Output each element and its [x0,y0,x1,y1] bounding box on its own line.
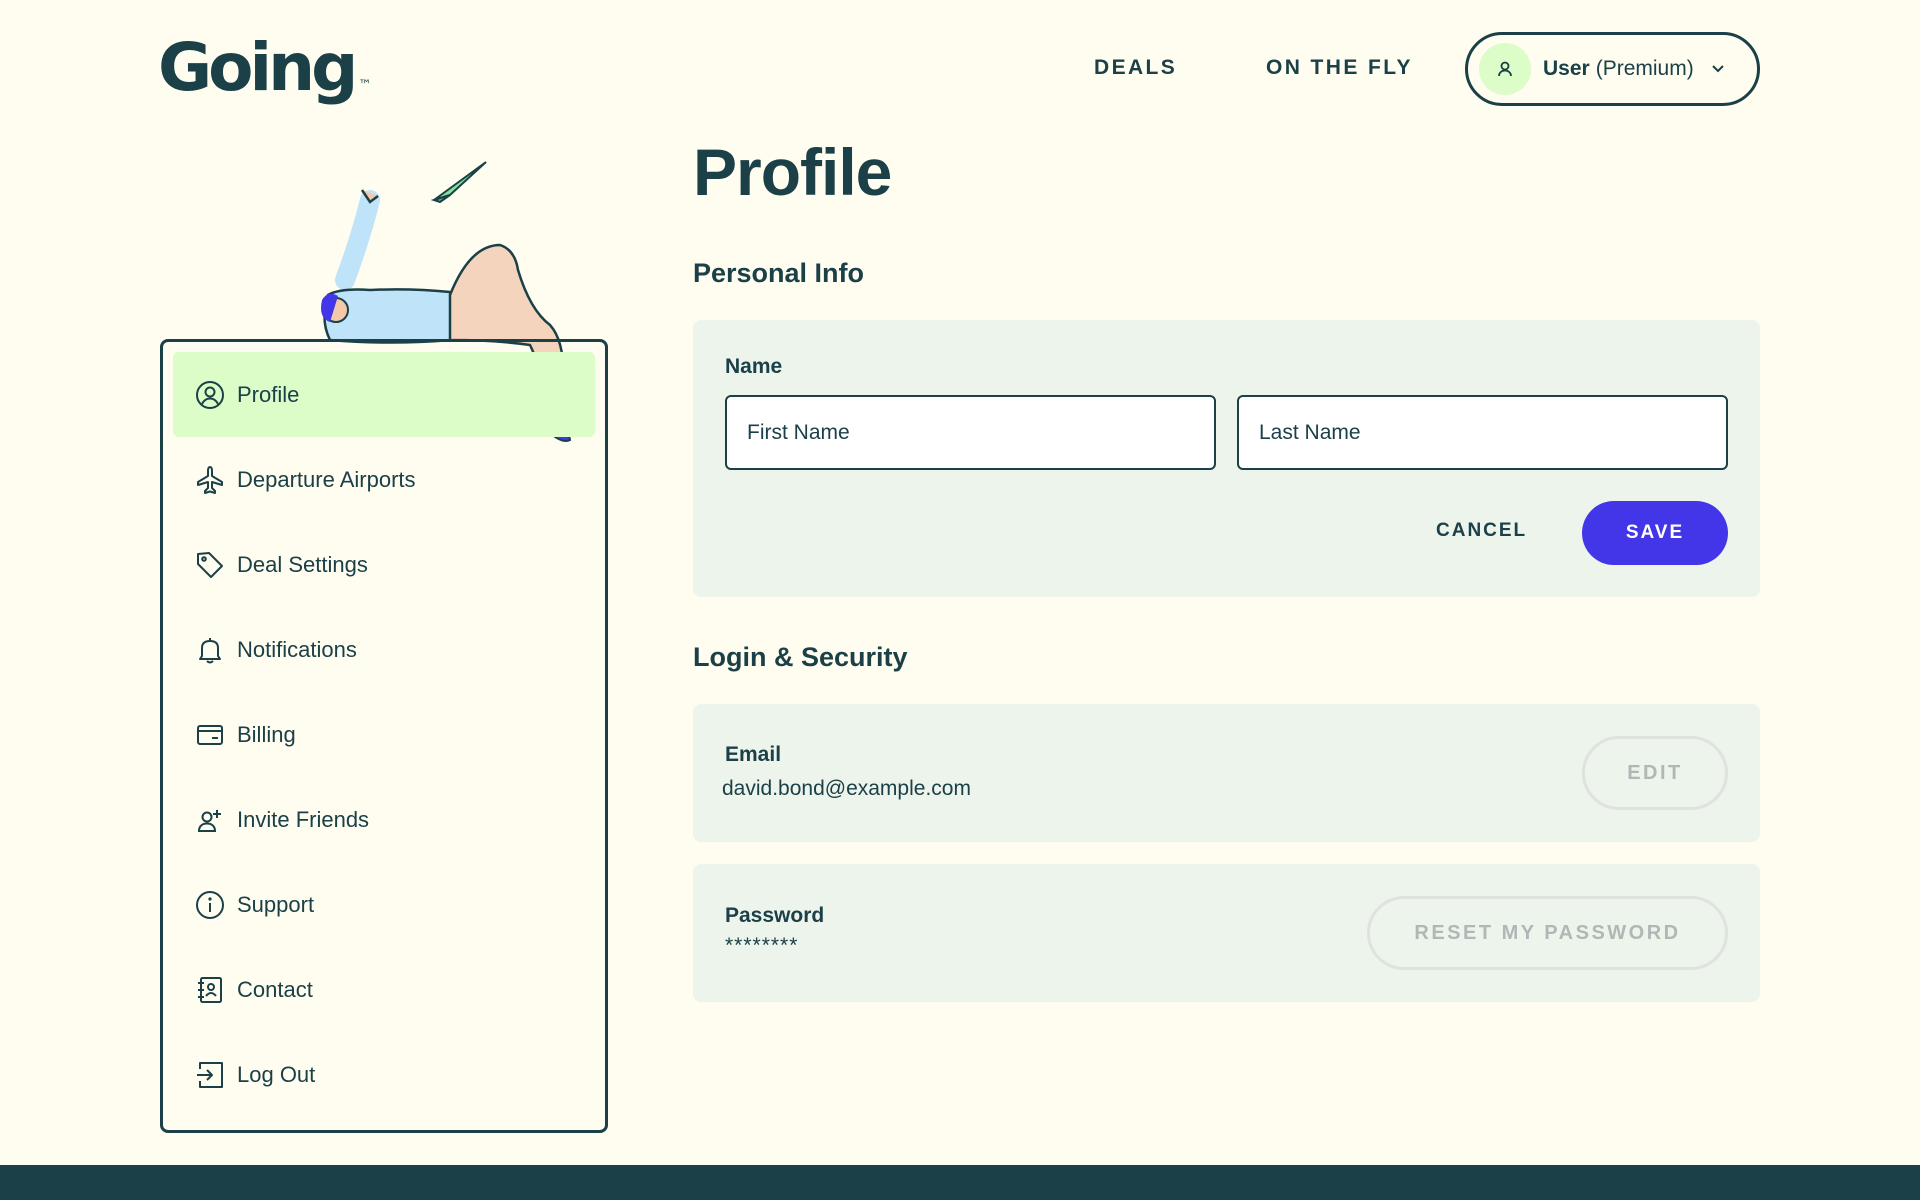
last-name-input[interactable] [1237,395,1728,470]
user-circle-icon [195,380,225,410]
name-label: Name [725,355,783,378]
nav-deals-link[interactable]: DEALS [1094,56,1177,80]
sidebar-item-notifications[interactable]: Notifications [173,607,595,692]
sidebar-item-label: Invite Friends [237,806,370,832]
user-icon [1498,61,1512,77]
sidebar-item-label: Notifications [237,636,357,662]
email-value: david.bond@example.com [722,777,971,800]
password-value: ******** [725,934,799,957]
credit-card-icon [195,720,225,750]
sidebar-item-profile[interactable]: Profile [173,352,595,437]
sidebar-item-label: Billing [237,721,296,747]
personal-info-heading: Personal Info [693,258,865,288]
user-plus-icon [195,805,225,835]
sidebar-item-label: Deal Settings [237,551,368,577]
sidebar-item-label: Log Out [237,1061,316,1087]
account-sidebar: Profile Departure Airports Deal Settings… [160,339,608,1133]
address-book-icon [195,975,225,1005]
edit-email-button[interactable]: EDIT [1582,736,1728,810]
sidebar-item-deal-settings[interactable]: Deal Settings [173,522,595,607]
sidebar-item-invite-friends[interactable]: Invite Friends [173,777,595,862]
sidebar-item-departure-airports[interactable]: Departure Airports [173,437,595,522]
tag-icon [195,550,225,580]
email-label: Email [725,743,782,766]
log-out-icon [195,1060,225,1090]
save-button[interactable]: SAVE [1582,501,1728,565]
paper-plane-icon [430,161,487,204]
reset-password-button[interactable]: RESET MY PASSWORD [1367,896,1728,970]
sidebar-item-label: Support [237,891,315,917]
login-security-heading: Login & Security [693,642,908,672]
first-name-input[interactable] [725,395,1216,470]
user-plan: (Premium) [1595,57,1694,80]
info-icon [195,890,225,920]
sidebar-item-log-out[interactable]: Log Out [173,1032,595,1117]
footer-bar [0,1165,1920,1200]
user-menu-button[interactable]: User (Premium) [1465,32,1760,106]
password-card: Password ******** RESET MY PASSWORD [693,864,1760,1002]
cancel-button[interactable]: CANCEL [1436,520,1527,542]
email-card: Email david.bond@example.com EDIT [693,704,1760,842]
going-logo[interactable]: Going ™ [158,29,371,106]
airplane-icon [195,465,225,495]
sidebar-item-label: Profile [237,381,300,407]
user-avatar [1479,43,1531,95]
chevron-down-icon [1710,64,1726,74]
sidebar-item-billing[interactable]: Billing [173,692,595,777]
sidebar-item-label: Contact [237,976,313,1002]
nav-on-the-fly-link[interactable]: ON THE FLY [1266,56,1413,80]
sidebar-item-label: Departure Airports [237,466,416,492]
sidebar-item-contact[interactable]: Contact [173,947,595,1032]
sidebar-item-support[interactable]: Support [173,862,595,947]
password-label: Password [725,904,825,927]
trademark-symbol: ™ [358,78,372,93]
page-title: Profile [693,135,892,209]
user-name: User [1543,57,1590,80]
personal-info-card: Name CANCEL SAVE [693,320,1760,597]
logo-text: Going [158,29,358,106]
bell-icon [195,635,225,665]
